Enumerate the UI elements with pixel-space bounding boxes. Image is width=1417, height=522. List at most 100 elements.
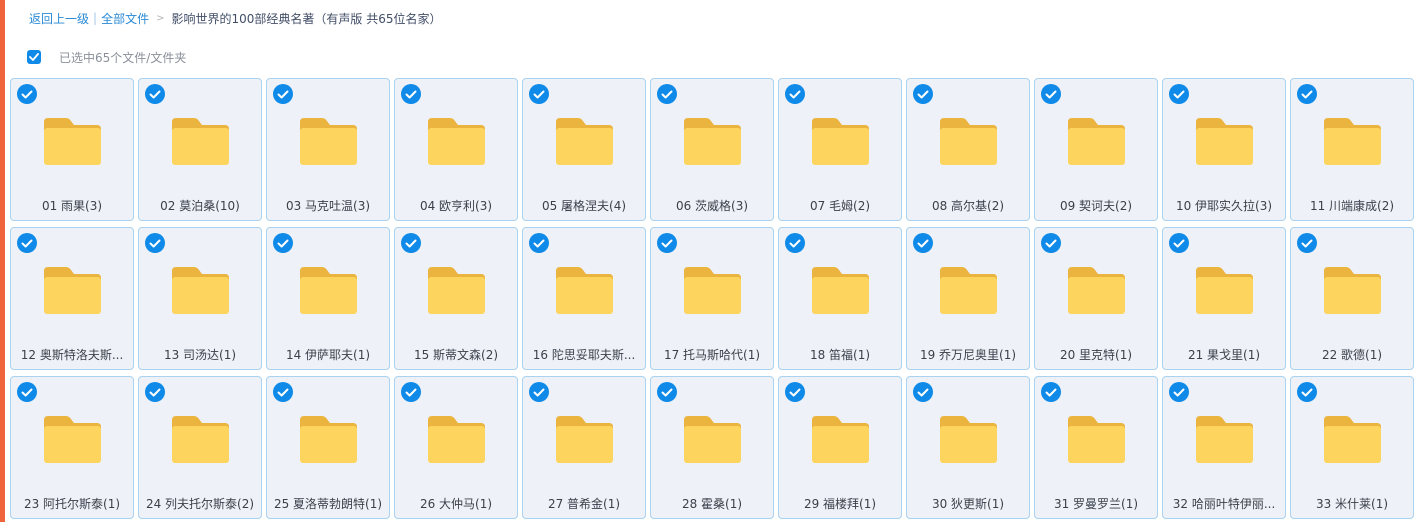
checkmark-icon [789,239,801,247]
check-circle-icon[interactable] [913,382,933,402]
folder-tile[interactable]: 05 屠格涅夫(4) [522,78,646,221]
check-circle-icon[interactable] [785,233,805,253]
folder-name: 23 阿托尔斯泰(1) [23,497,121,511]
folder-tile[interactable]: 25 夏洛蒂勃朗特(1) [266,376,390,519]
folder-tile[interactable]: 12 奥斯特洛夫斯... [10,227,134,370]
folder-name: 11 川端康成(2) [1309,199,1395,213]
check-circle-icon[interactable] [1169,382,1189,402]
folder-tile[interactable]: 31 罗曼罗兰(1) [1034,376,1158,519]
folder-tile[interactable]: 21 果戈里(1) [1162,227,1286,370]
folder-name: 16 陀思妥耶夫斯... [532,348,636,362]
folder-tile[interactable]: 08 高尔基(2) [906,78,1030,221]
folder-name: 25 夏洛蒂勃朗特(1) [273,497,383,511]
folder-tile[interactable]: 16 陀思妥耶夫斯... [522,227,646,370]
check-circle-icon[interactable] [273,233,293,253]
folder-tile[interactable]: 22 歌德(1) [1290,227,1414,370]
check-circle-icon[interactable] [657,84,677,104]
folder-tile[interactable]: 07 毛姆(2) [778,78,902,221]
folder-name: 33 米什莱(1) [1315,497,1389,511]
folder-icon [940,415,997,463]
folder-tile[interactable]: 15 斯蒂文森(2) [394,227,518,370]
folder-tile[interactable]: 30 狄更斯(1) [906,376,1030,519]
check-circle-icon[interactable] [785,84,805,104]
folder-tile[interactable]: 19 乔万尼奥里(1) [906,227,1030,370]
check-circle-icon[interactable] [1169,84,1189,104]
check-circle-icon[interactable] [657,233,677,253]
folder-tile[interactable]: 01 雨果(3) [10,78,134,221]
folder-name: 19 乔万尼奥里(1) [919,348,1017,362]
folder-tile[interactable]: 10 伊耶实久拉(3) [1162,78,1286,221]
check-circle-icon[interactable] [785,382,805,402]
check-circle-icon[interactable] [145,233,165,253]
folder-icon [44,415,101,463]
folder-icon [1324,117,1381,165]
folder-tile[interactable]: 14 伊萨耶夫(1) [266,227,390,370]
folder-icon [940,117,997,165]
folder-tile[interactable]: 18 笛福(1) [778,227,902,370]
checkbox-checked-icon [29,53,39,61]
check-circle-icon[interactable] [1041,382,1061,402]
folder-name: 12 奥斯特洛夫斯... [20,348,124,362]
checkmark-icon [1173,239,1185,247]
folder-tile[interactable]: 17 托马斯哈代(1) [650,227,774,370]
folder-icon [300,266,357,314]
check-circle-icon[interactable] [913,233,933,253]
folder-name: 05 屠格涅夫(4) [541,199,627,213]
check-circle-icon[interactable] [401,84,421,104]
folder-tile[interactable]: 09 契诃夫(2) [1034,78,1158,221]
check-circle-icon[interactable] [401,233,421,253]
folder-tile[interactable]: 24 列夫托尔斯泰(2) [138,376,262,519]
check-circle-icon[interactable] [1041,233,1061,253]
check-circle-icon[interactable] [913,84,933,104]
folder-tile[interactable]: 11 川端康成(2) [1290,78,1414,221]
folder-tile[interactable]: 29 福楼拜(1) [778,376,902,519]
folder-name: 28 霍桑(1) [681,497,743,511]
folder-name: 03 马克吐温(3) [285,199,371,213]
check-circle-icon[interactable] [1297,84,1317,104]
check-circle-icon[interactable] [17,233,37,253]
folder-name: 22 歌德(1) [1321,348,1383,362]
check-circle-icon[interactable] [1169,233,1189,253]
folder-tile[interactable]: 13 司汤达(1) [138,227,262,370]
folder-tile[interactable]: 23 阿托尔斯泰(1) [10,376,134,519]
checkmark-icon [405,388,417,396]
folder-icon [1068,117,1125,165]
check-circle-icon[interactable] [657,382,677,402]
check-circle-icon[interactable] [145,382,165,402]
folder-tile[interactable]: 03 马克吐温(3) [266,78,390,221]
check-circle-icon[interactable] [17,84,37,104]
back-link[interactable]: 返回上一级 [29,10,89,27]
folder-name: 29 福楼拜(1) [803,497,877,511]
folder-tile[interactable]: 26 大仲马(1) [394,376,518,519]
check-circle-icon[interactable] [529,382,549,402]
current-folder-title: 影响世界的100部经典名著（有声版 共65位名家） [171,11,442,26]
folder-tile[interactable]: 33 米什莱(1) [1290,376,1414,519]
folder-tile[interactable]: 27 普希金(1) [522,376,646,519]
checkmark-icon [149,388,161,396]
check-circle-icon[interactable] [145,84,165,104]
check-circle-icon[interactable] [401,382,421,402]
check-circle-icon[interactable] [1297,233,1317,253]
folder-icon [940,266,997,314]
folder-tile[interactable]: 32 哈丽叶特伊丽... [1162,376,1286,519]
folder-tile[interactable]: 06 茨威格(3) [650,78,774,221]
folder-icon [428,266,485,314]
checkmark-icon [1173,90,1185,98]
select-all-checkbox[interactable] [27,50,41,64]
check-circle-icon[interactable] [529,84,549,104]
all-files-link[interactable]: 全部文件 [101,10,149,27]
check-circle-icon[interactable] [1297,382,1317,402]
folder-tile[interactable]: 28 霍桑(1) [650,376,774,519]
folder-icon [1068,266,1125,314]
check-circle-icon[interactable] [1041,84,1061,104]
checkmark-icon [789,90,801,98]
folder-name: 08 高尔基(2) [931,199,1005,213]
check-circle-icon[interactable] [273,84,293,104]
check-circle-icon[interactable] [529,233,549,253]
folder-tile[interactable]: 02 莫泊桑(10) [138,78,262,221]
folder-tile[interactable]: 04 欧亨利(3) [394,78,518,221]
check-circle-icon[interactable] [17,382,37,402]
folder-tile[interactable]: 20 里克特(1) [1034,227,1158,370]
breadcrumb: 返回上一级 | 全部文件 > 影响世界的100部经典名著（有声版 共65位名家） [29,9,441,27]
check-circle-icon[interactable] [273,382,293,402]
